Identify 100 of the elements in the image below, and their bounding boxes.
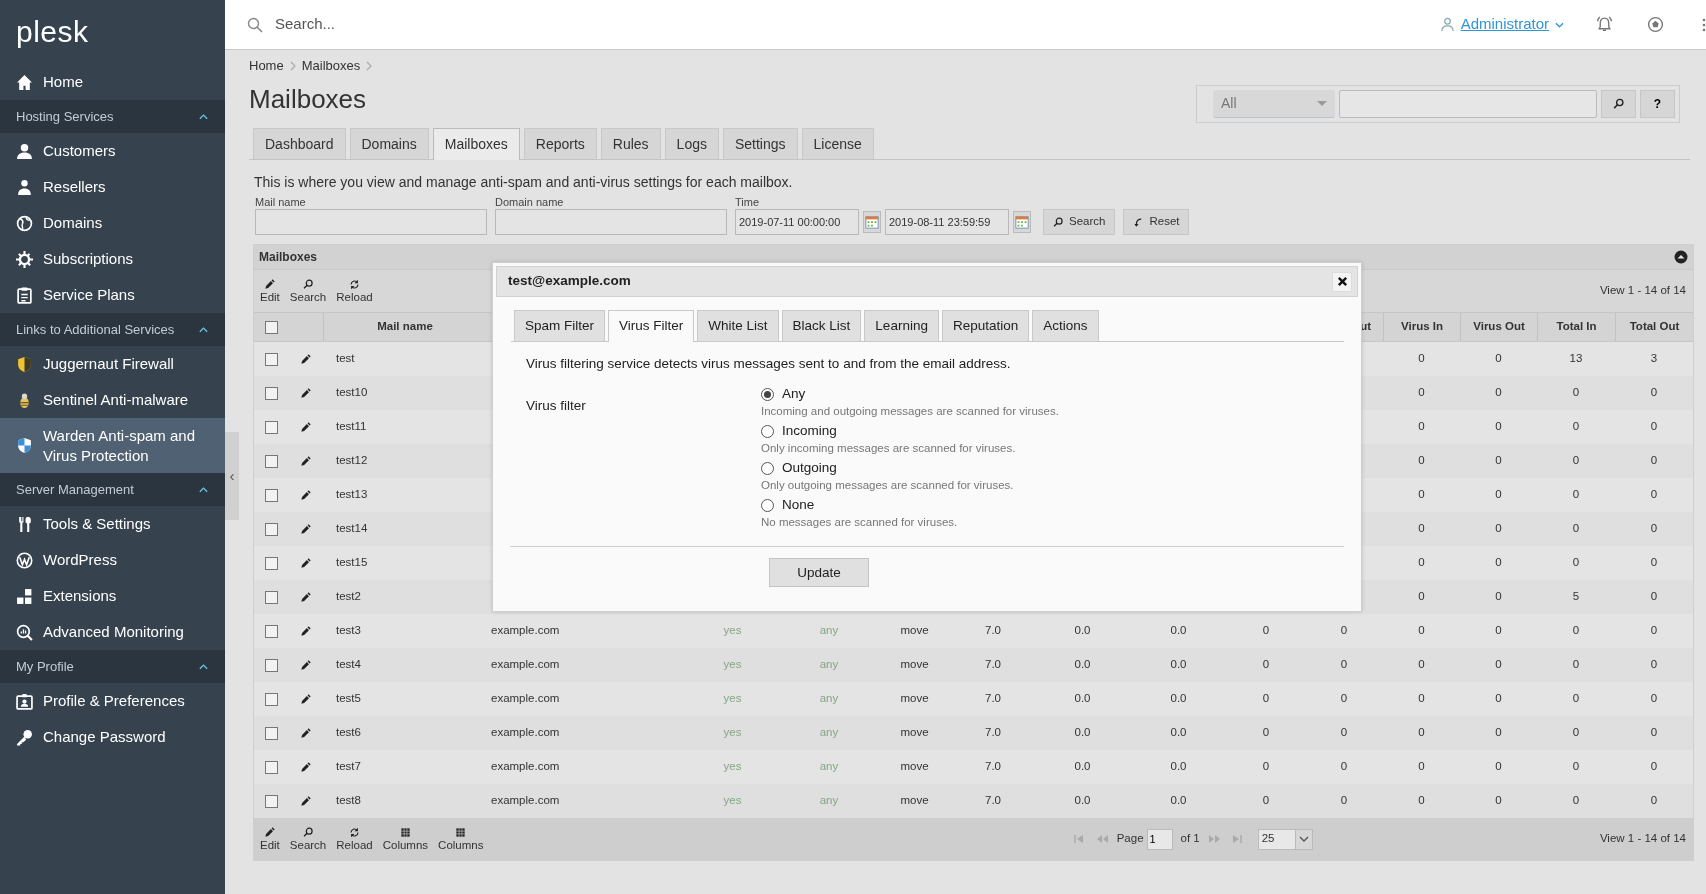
filter-button[interactable]: Reset xyxy=(1123,209,1190,235)
sidebar-group-header[interactable]: Links to Additional Services xyxy=(0,313,225,346)
column-header[interactable]: Total Out xyxy=(1615,313,1693,341)
sidebar-item[interactable]: Extensions xyxy=(0,578,225,614)
checkbox[interactable] xyxy=(264,352,278,366)
radio-button[interactable] xyxy=(761,387,774,401)
checkbox[interactable] xyxy=(264,794,278,808)
input-field[interactable]: 2019-08-11 23:59:59 xyxy=(885,209,1009,235)
update-button[interactable]: Update xyxy=(769,558,869,588)
page-size-select[interactable]: 25 xyxy=(1257,828,1313,850)
radio-button[interactable] xyxy=(761,424,774,438)
sidebar-item[interactable]: Domains xyxy=(0,205,225,241)
search-input[interactable]: Search... xyxy=(273,12,1430,37)
toolbar-button[interactable]: Reload xyxy=(334,278,375,304)
search-button[interactable] xyxy=(1601,90,1636,118)
pencil-icon[interactable] xyxy=(300,523,311,535)
filter-button[interactable]: Search xyxy=(1043,209,1116,235)
checkbox[interactable] xyxy=(264,726,278,740)
sidebar-group-header[interactable]: Hosting Services xyxy=(0,100,225,133)
tab[interactable]: Settings xyxy=(722,128,798,159)
sidebar-group-header[interactable]: My Profile xyxy=(0,650,225,683)
page-input[interactable]: 1 xyxy=(1146,828,1173,850)
input-field[interactable] xyxy=(255,209,487,235)
toolbar-button[interactable]: Reload xyxy=(334,826,375,852)
toolbar-button[interactable]: Edit xyxy=(258,826,282,852)
tab[interactable]: Actions xyxy=(1032,310,1099,341)
pencil-icon[interactable] xyxy=(300,761,311,773)
sidebar-toggle[interactable]: ‹ xyxy=(225,432,239,520)
tab[interactable]: Rules xyxy=(600,128,661,159)
toolbar-button[interactable]: Search xyxy=(287,278,329,304)
pencil-icon[interactable] xyxy=(300,387,311,399)
sidebar-item[interactable]: Advanced Monitoring xyxy=(0,614,225,650)
calendar-button[interactable] xyxy=(1013,211,1031,233)
sidebar-item[interactable]: Service Plans xyxy=(0,277,225,313)
checkbox[interactable] xyxy=(264,658,278,672)
sidebar-item[interactable]: Warden Anti-spam and Virus Protection xyxy=(0,418,225,473)
sidebar-item[interactable]: Home xyxy=(0,64,225,100)
checkbox[interactable] xyxy=(264,386,278,400)
toolbar-button[interactable]: Search xyxy=(287,826,329,852)
pencil-icon[interactable] xyxy=(300,727,311,739)
checkbox[interactable] xyxy=(264,488,278,502)
pencil-icon[interactable] xyxy=(300,421,311,433)
tab[interactable]: Mailboxes xyxy=(432,128,520,160)
sidebar-item[interactable]: Profile & Preferences xyxy=(0,683,225,719)
column-header[interactable]: Total In xyxy=(1537,313,1615,341)
radio-button[interactable] xyxy=(761,461,774,475)
help-button[interactable]: ? xyxy=(1640,90,1675,118)
checkbox[interactable] xyxy=(264,454,278,468)
pencil-icon[interactable] xyxy=(300,455,311,467)
tab[interactable]: Reports xyxy=(523,128,597,159)
sidebar-item[interactable]: Resellers xyxy=(0,169,225,205)
sidebar-item[interactable]: Juggernaut Firewall xyxy=(0,346,225,382)
pencil-icon[interactable] xyxy=(300,489,311,501)
pencil-icon[interactable] xyxy=(300,659,311,671)
radio-option[interactable]: None xyxy=(761,495,1059,516)
pencil-icon[interactable] xyxy=(300,625,311,637)
pencil-icon[interactable] xyxy=(300,693,311,705)
tab[interactable]: Learning xyxy=(864,310,939,341)
checkbox[interactable] xyxy=(264,420,278,434)
sidebar-item[interactable]: Subscriptions xyxy=(0,241,225,277)
tab[interactable]: Black List xyxy=(781,310,862,341)
search-field[interactable] xyxy=(1339,90,1597,118)
radio-option[interactable]: Any xyxy=(761,384,1059,405)
checkbox[interactable] xyxy=(264,624,278,638)
checkbox[interactable] xyxy=(264,522,278,536)
toolbar-button[interactable]: Columns xyxy=(380,826,431,852)
column-header[interactable]: Mail name xyxy=(323,313,486,341)
toolbar-button[interactable]: Edit xyxy=(258,278,282,304)
breadcrumb-link[interactable]: Mailboxes xyxy=(301,56,361,76)
column-header[interactable]: Virus Out xyxy=(1460,313,1537,341)
tab[interactable]: Domains xyxy=(349,128,429,159)
input-field[interactable] xyxy=(495,209,727,235)
tab[interactable]: License xyxy=(801,128,874,159)
breadcrumb-link[interactable]: Home xyxy=(249,56,284,76)
checkbox[interactable] xyxy=(264,320,278,334)
tab[interactable]: Virus Filter xyxy=(608,310,695,342)
radio-button[interactable] xyxy=(761,498,774,512)
sidebar-item[interactable]: Change Password xyxy=(0,719,225,755)
tab[interactable]: White List xyxy=(697,310,779,341)
sidebar-item[interactable]: Tools & Settings xyxy=(0,506,225,542)
sidebar-group-header[interactable]: Server Management xyxy=(0,473,225,506)
pencil-icon[interactable] xyxy=(300,591,311,603)
close-button[interactable] xyxy=(1332,271,1352,292)
sidebar-item[interactable]: Customers xyxy=(0,133,225,169)
radio-option[interactable]: Incoming xyxy=(761,421,1059,442)
more-icon[interactable] xyxy=(1702,17,1706,32)
pencil-icon[interactable] xyxy=(300,557,311,569)
checkbox[interactable] xyxy=(264,692,278,706)
input-field[interactable]: 2019-07-11 00:00:00 xyxy=(735,209,859,235)
radio-option[interactable]: Outgoing xyxy=(761,458,1059,479)
calendar-button[interactable] xyxy=(863,211,881,233)
ball-icon[interactable] xyxy=(1647,16,1664,33)
tab[interactable]: Dashboard xyxy=(253,128,346,159)
collapse-icon[interactable] xyxy=(1674,250,1688,264)
checkbox[interactable] xyxy=(264,760,278,774)
toolbar-button[interactable]: Columns xyxy=(436,826,486,852)
notification-icon[interactable] xyxy=(1596,16,1613,33)
column-header[interactable]: Virus In xyxy=(1383,313,1460,341)
checkbox[interactable] xyxy=(264,590,278,604)
tab[interactable]: Logs xyxy=(664,128,719,159)
